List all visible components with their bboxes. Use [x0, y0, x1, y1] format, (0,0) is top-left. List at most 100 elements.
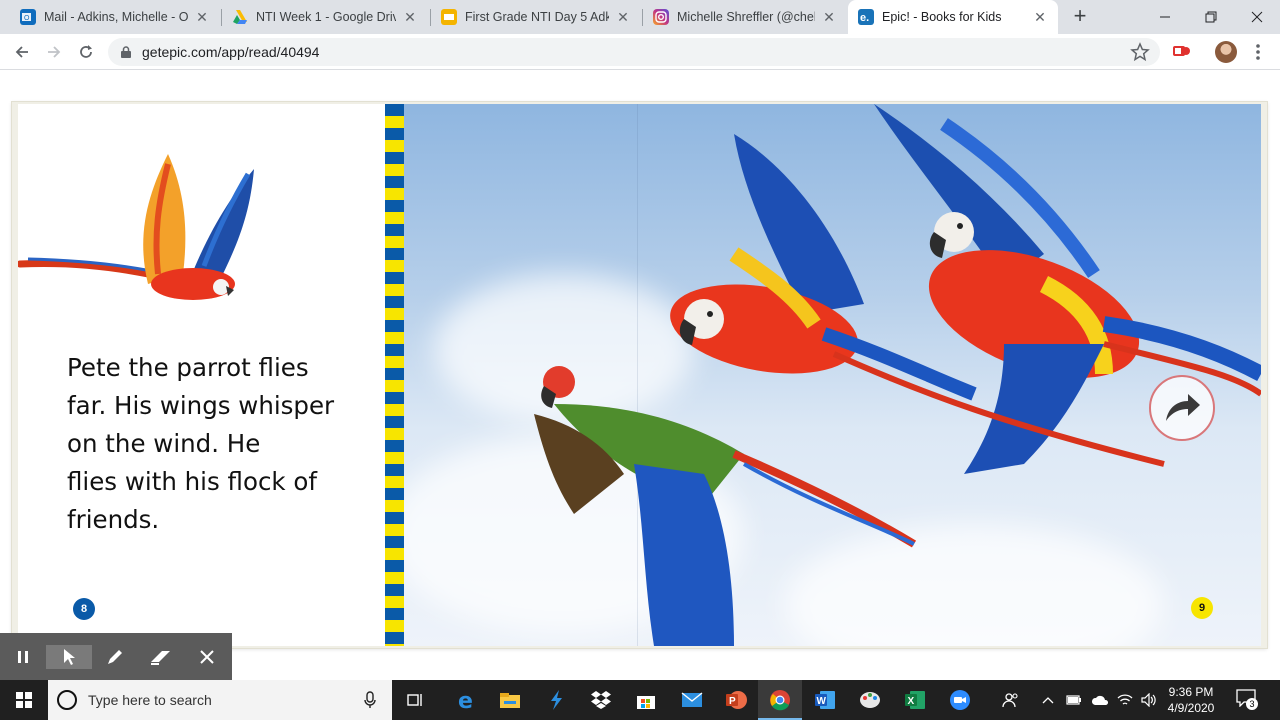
bookmark-star-icon[interactable] — [1130, 42, 1150, 62]
forward-button[interactable] — [42, 40, 66, 64]
taskbar-search[interactable]: Type here to search — [48, 680, 392, 720]
dropbox-icon — [591, 691, 611, 709]
excel-button[interactable]: X — [903, 688, 927, 712]
next-page-button[interactable] — [1149, 375, 1215, 441]
lock-icon — [121, 46, 131, 58]
svg-text:W: W — [817, 696, 827, 707]
svg-text:O: O — [24, 15, 30, 22]
pen-tool[interactable] — [92, 633, 138, 680]
tab-epic[interactable]: e. Epic! - Books for Kids ✕ — [848, 0, 1058, 34]
windows-logo-icon — [16, 692, 32, 708]
close-icon[interactable]: ✕ — [615, 9, 631, 25]
parrots-photo — [534, 104, 1261, 646]
reload-icon — [80, 45, 92, 58]
story-line: Pete the parrot flies — [67, 353, 309, 382]
tab-title: First Grade NTI Day 5 Adkins — [465, 10, 609, 24]
zoom-icon — [950, 690, 970, 710]
tab-mail[interactable]: O Mail - Adkins, Michelle - Outlook ✕ — [10, 0, 220, 34]
svg-text:e: e — [458, 689, 473, 711]
paint-icon — [860, 692, 880, 708]
tab-instagram[interactable]: Michelle Shreffler (@chelle ✕ — [643, 0, 847, 34]
new-tab-button[interactable]: + — [1068, 5, 1092, 29]
close-annotation-button[interactable] — [184, 633, 230, 680]
reload-button[interactable] — [74, 40, 98, 64]
edge-button[interactable]: e — [454, 688, 478, 712]
start-button[interactable] — [0, 680, 48, 720]
file-explorer-button[interactable] — [498, 688, 522, 712]
action-center-button[interactable]: 3 — [1236, 689, 1258, 711]
clock-time: 9:36 PM — [1168, 685, 1214, 699]
close-icon[interactable]: ✕ — [1032, 9, 1048, 25]
page-number-left: 8 — [73, 598, 95, 620]
edge-icon: e — [458, 689, 473, 711]
word-button[interactable]: W — [813, 688, 837, 712]
story-line: on the wind. He — [67, 429, 261, 458]
zoom-button[interactable] — [948, 688, 972, 712]
task-view-icon — [407, 694, 422, 706]
svg-text:P: P — [729, 696, 736, 707]
tab-title: Mail - Adkins, Michelle - Outlook — [44, 10, 188, 24]
pen-icon — [108, 649, 122, 664]
dropbox-button[interactable] — [589, 688, 613, 712]
clock-date: 4/9/2020 — [1167, 701, 1215, 715]
minimize-button[interactable] — [1142, 0, 1188, 34]
tab-title: Epic! - Books for Kids — [882, 10, 1002, 24]
microphone-icon[interactable] — [364, 691, 376, 709]
mail-icon — [681, 692, 703, 707]
pause-button[interactable] — [0, 633, 46, 680]
close-icon — [200, 649, 214, 664]
highlighter-tool[interactable] — [138, 633, 184, 680]
visual-studio-button[interactable] — [544, 688, 568, 712]
profile-avatar[interactable] — [1215, 41, 1237, 63]
annotation-toolbar — [0, 633, 232, 680]
outlook-icon: O — [20, 9, 36, 25]
system-tray — [1002, 680, 1157, 720]
onedrive-icon[interactable] — [1091, 694, 1109, 706]
close-icon — [1251, 11, 1263, 23]
speaker-icon[interactable] — [1141, 693, 1157, 707]
story-line: flies with his flock of — [67, 467, 318, 496]
paint-button[interactable] — [858, 688, 882, 712]
notification-count-badge: 3 — [1246, 698, 1258, 710]
back-button[interactable] — [10, 40, 34, 64]
close-icon[interactable]: ✕ — [194, 9, 210, 25]
restore-button[interactable] — [1188, 0, 1234, 34]
pointer-tool[interactable] — [46, 644, 92, 669]
page-content: Pete the parrot flies far. His wings whi… — [0, 71, 1280, 680]
tab-google-slides[interactable]: First Grade NTI Day 5 Adkins ✕ — [431, 0, 641, 34]
chevron-up-icon[interactable] — [1042, 695, 1054, 705]
page-number-right: 9 — [1191, 597, 1213, 619]
browser-toolbar: getepic.com/app/read/40494 — [0, 34, 1280, 70]
instagram-icon — [653, 9, 669, 25]
book-spread: Pete the parrot flies far. His wings whi… — [12, 102, 1267, 648]
store-icon — [637, 696, 655, 709]
taskbar-clock[interactable]: 9:36 PM 4/9/2020 — [1160, 684, 1222, 716]
decorative-stripe — [385, 104, 404, 646]
mail-button[interactable] — [680, 688, 704, 712]
forward-arrow-icon — [48, 46, 61, 58]
close-icon[interactable]: ✕ — [821, 9, 837, 25]
close-icon[interactable]: ✕ — [402, 9, 418, 25]
menu-dots-icon[interactable] — [1251, 43, 1265, 61]
restore-icon — [1205, 11, 1217, 23]
epic-icon: e. — [858, 9, 874, 25]
wifi-icon[interactable] — [1117, 693, 1133, 707]
url-text: getepic.com/app/read/40494 — [142, 44, 320, 60]
google-drive-icon — [232, 9, 248, 25]
chrome-button[interactable] — [768, 688, 792, 712]
extension-icon[interactable] — [1172, 42, 1192, 60]
battery-icon[interactable] — [1066, 694, 1082, 706]
windows-taskbar: Type here to search e P W X 9:36 PM 4/9/… — [0, 680, 1280, 720]
store-button[interactable] — [634, 688, 658, 712]
tab-google-drive[interactable]: NTI Week 1 - Google Drive ✕ — [222, 0, 428, 34]
word-icon: W — [815, 691, 835, 709]
svg-text:e.: e. — [860, 12, 869, 24]
address-bar[interactable]: getepic.com/app/read/40494 — [108, 38, 1160, 66]
task-view-button[interactable] — [404, 688, 428, 712]
story-text: Pete the parrot flies far. His wings whi… — [67, 349, 367, 539]
powerpoint-button[interactable]: P — [724, 688, 748, 712]
back-arrow-icon — [15, 46, 28, 58]
people-icon[interactable] — [1002, 691, 1020, 709]
close-window-button[interactable] — [1234, 0, 1280, 34]
pause-icon — [18, 650, 28, 663]
